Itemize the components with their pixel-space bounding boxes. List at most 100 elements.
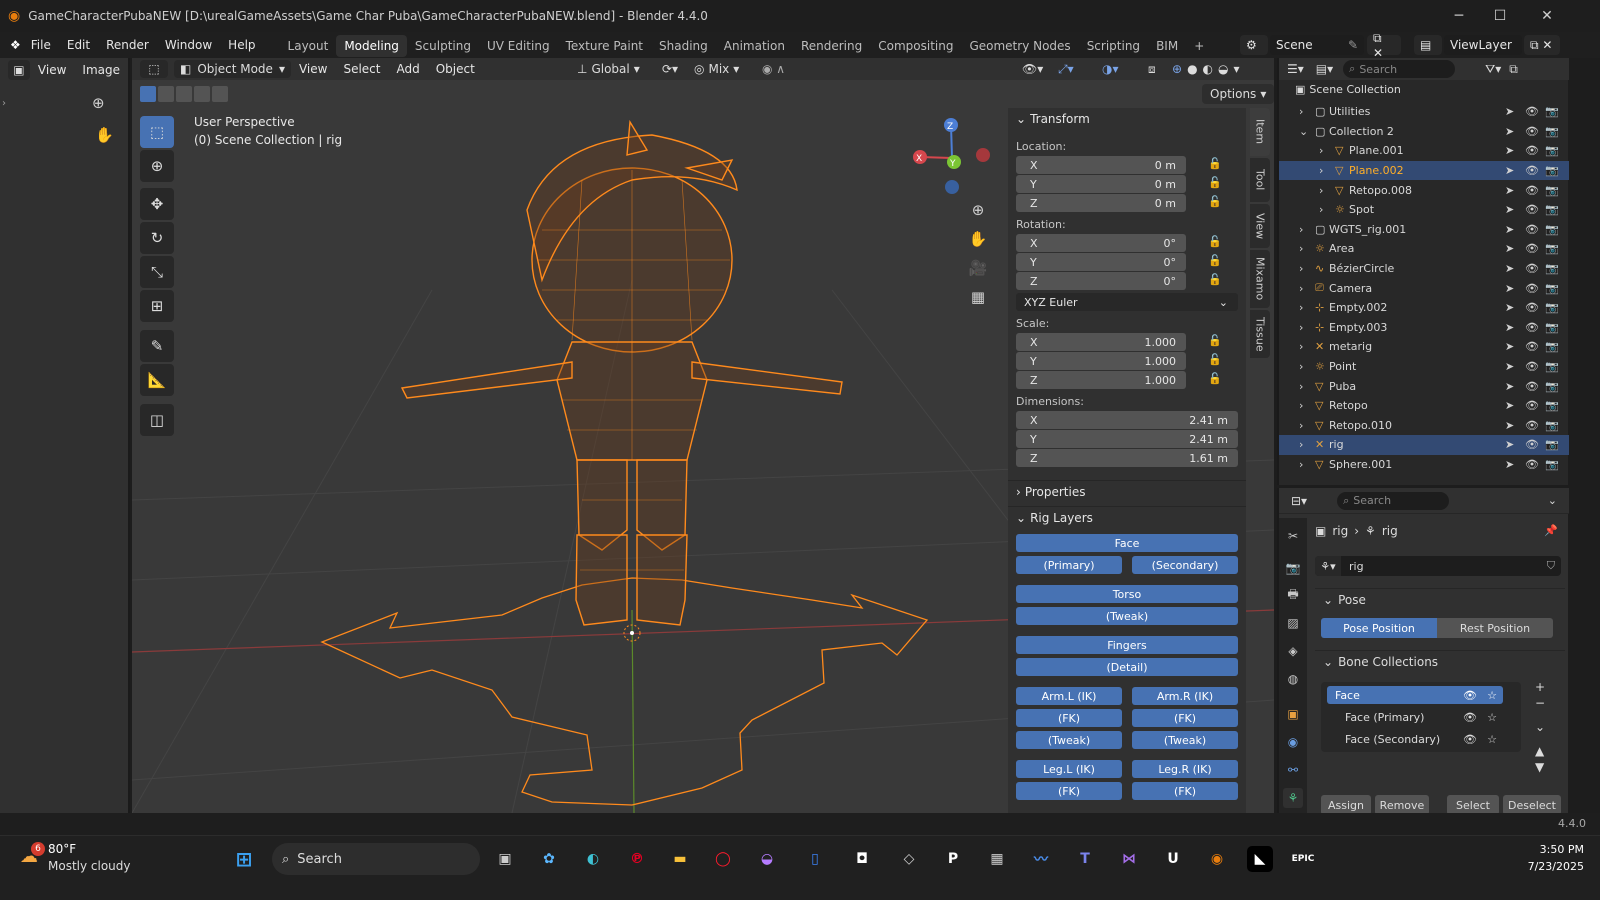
move-down-icon[interactable]: ▼ bbox=[1535, 760, 1545, 774]
rendered-shading-icon[interactable]: ◒ bbox=[1218, 62, 1228, 76]
chevron-right-icon[interactable]: › bbox=[1299, 301, 1303, 314]
selectable-arrow-icon[interactable]: ➤ bbox=[1505, 242, 1514, 255]
star-icon[interactable]: ☆ bbox=[1487, 733, 1497, 746]
menu-help[interactable]: Help bbox=[220, 32, 263, 58]
object-tab-icon[interactable]: ▣ bbox=[1283, 704, 1303, 724]
annotate-tool-icon[interactable]: ✎ bbox=[140, 330, 174, 362]
render-camera-icon[interactable]: 📷 bbox=[1545, 340, 1559, 353]
epic-app-icon[interactable]: ◣ bbox=[1247, 846, 1273, 872]
tab-geometry-nodes[interactable]: Geometry Nodes bbox=[961, 35, 1078, 57]
physics-tab-icon[interactable]: ◉ bbox=[1283, 732, 1303, 752]
outliner-search-input[interactable]: ⌕ Search bbox=[1343, 60, 1456, 78]
tab-uv-editing[interactable]: UV Editing bbox=[479, 35, 558, 57]
unreal-engine-icon[interactable]: U bbox=[1160, 846, 1186, 872]
render-camera-icon[interactable]: 📷 bbox=[1545, 164, 1559, 177]
chevron-down-icon[interactable]: ⌄ bbox=[1548, 494, 1557, 507]
lock-icon[interactable]: 🔓 bbox=[1208, 273, 1222, 286]
scale-tool-icon[interactable]: ⤡ bbox=[140, 256, 174, 288]
wireframe-shading-icon[interactable]: ⊕ bbox=[1172, 62, 1182, 76]
lock-icon[interactable]: 🔓 bbox=[1208, 235, 1222, 248]
output-tab-icon[interactable]: 🖶 bbox=[1283, 585, 1303, 605]
properties-editor-type-icon[interactable]: ⊟▾ bbox=[1291, 494, 1307, 508]
render-camera-icon[interactable]: 📷 bbox=[1545, 301, 1559, 314]
outliner-row[interactable]: › ▽ Puba ➤ 👁 📷 bbox=[1279, 376, 1569, 396]
render-camera-icon[interactable]: 📷 bbox=[1545, 144, 1559, 157]
rotation-y-field[interactable]: Y 0° 🔓 bbox=[1016, 253, 1222, 271]
eye-icon[interactable]: 👁 bbox=[1525, 321, 1539, 334]
tool-tab-icon[interactable]: ✂ bbox=[1283, 526, 1303, 546]
bone-collection-row[interactable]: Face (Secondary) 👁 ☆ bbox=[1327, 730, 1503, 748]
selectable-arrow-icon[interactable]: ➤ bbox=[1505, 262, 1514, 275]
rotate-tool-icon[interactable]: ↻ bbox=[140, 222, 174, 254]
chevron-right-icon[interactable]: › bbox=[1299, 242, 1303, 255]
chevron-right-icon[interactable]: › bbox=[1299, 380, 1303, 393]
scene-collection-row[interactable]: ▣ Scene Collection bbox=[1295, 83, 1401, 96]
armature-data-tab-icon[interactable]: ⚘ bbox=[1283, 788, 1303, 808]
outliner-row[interactable]: › ⎚ Camera ➤ 👁 📷 bbox=[1279, 278, 1569, 298]
chevron-right-icon[interactable]: › bbox=[1299, 262, 1303, 275]
snap-dropdown[interactable]: ◎ Mix ▾ bbox=[694, 62, 739, 76]
chevron-right-icon[interactable]: › bbox=[1299, 340, 1303, 353]
tab-texture-paint[interactable]: Texture Paint bbox=[558, 35, 651, 57]
rotation-mode-dropdown[interactable]: XYZ Euler ⌄ bbox=[1016, 293, 1238, 311]
viewport-menu-select[interactable]: Select bbox=[335, 58, 388, 82]
filter-icon[interactable]: ⛛▾ bbox=[1485, 62, 1501, 77]
outliner-row[interactable]: ⌄ ▢ Collection 2 ➤ 👁 📷 bbox=[1279, 122, 1569, 142]
view-layer-tab-icon[interactable]: ▨ bbox=[1283, 613, 1303, 633]
chevron-right-icon[interactable]: › bbox=[1319, 144, 1323, 157]
chevron-right-icon[interactable]: › bbox=[1299, 105, 1303, 118]
shading-modes[interactable]: ⊕ ● ◐ ◒ ▾ bbox=[1172, 62, 1240, 76]
eye-icon[interactable]: 👁 bbox=[1525, 419, 1539, 432]
rig-arm-l-fk-button[interactable]: (FK) bbox=[1016, 709, 1122, 727]
render-camera-icon[interactable]: 📷 bbox=[1545, 321, 1559, 334]
selectable-arrow-icon[interactable]: ➤ bbox=[1505, 301, 1514, 314]
render-camera-icon[interactable]: 📷 bbox=[1545, 438, 1559, 451]
transform-tool-icon[interactable]: ⊞ bbox=[140, 290, 174, 322]
minimize-icon[interactable]: ─ bbox=[1436, 0, 1482, 32]
properties-search-input[interactable]: ⌕ Search bbox=[1337, 491, 1450, 510]
eye-icon[interactable]: 👁 bbox=[1525, 203, 1539, 216]
eye-icon[interactable]: 👁 bbox=[1525, 184, 1539, 197]
rig-face-secondary-button[interactable]: (Secondary) bbox=[1132, 556, 1238, 574]
eye-icon[interactable]: 👁 bbox=[1525, 164, 1539, 177]
select-invert-icon[interactable] bbox=[194, 86, 210, 102]
chevron-right-icon[interactable]: › bbox=[1299, 321, 1303, 334]
hand-pan-icon[interactable]: ✋ bbox=[95, 126, 114, 144]
chevron-right-icon[interactable]: › bbox=[1299, 360, 1303, 373]
chevron-right-icon[interactable]: › bbox=[1299, 438, 1303, 451]
tab-tool[interactable]: Tool bbox=[1250, 158, 1270, 202]
chevron-down-icon[interactable]: ⌄ bbox=[1535, 720, 1545, 734]
fake-user-shield-icon[interactable]: ⛉ bbox=[1547, 559, 1555, 573]
edge-icon[interactable]: ◐ bbox=[580, 846, 606, 872]
image-image-menu[interactable]: Image bbox=[74, 57, 128, 83]
rig-arm-l-ik-button[interactable]: Arm.L (IK) bbox=[1016, 687, 1122, 705]
eye-icon[interactable]: 👁 bbox=[1525, 125, 1539, 138]
render-camera-icon[interactable]: 📷 bbox=[1545, 262, 1559, 275]
teams-icon[interactable]: T bbox=[1072, 846, 1098, 872]
eye-icon[interactable]: 👁 bbox=[1525, 438, 1539, 451]
outliner-row[interactable]: › ✕ metarig ➤ 👁 📷 bbox=[1279, 337, 1569, 357]
scale-y-field[interactable]: Y 1.000 🔓 bbox=[1016, 352, 1222, 370]
rig-arm-r-ik-button[interactable]: Arm.R (IK) bbox=[1132, 687, 1238, 705]
zoom-icon[interactable]: ⊕ bbox=[92, 94, 105, 112]
rig-fingers-detail-button[interactable]: (Detail) bbox=[1016, 658, 1238, 676]
chevron-right-icon[interactable]: › bbox=[1299, 223, 1303, 236]
chevron-down-icon[interactable]: ▾ bbox=[1234, 62, 1240, 76]
outliner-row[interactable]: › ☼ Area ➤ 👁 📷 bbox=[1279, 239, 1569, 259]
menu-window[interactable]: Window bbox=[157, 32, 220, 58]
eye-icon[interactable]: 👁 bbox=[1525, 340, 1539, 353]
rotation-z-field[interactable]: Z 0° 🔓 bbox=[1016, 272, 1222, 290]
render-camera-icon[interactable]: 📷 bbox=[1545, 458, 1559, 471]
render-camera-icon[interactable]: 📷 bbox=[1545, 105, 1559, 118]
render-camera-icon[interactable]: 📷 bbox=[1545, 282, 1559, 295]
render-camera-icon[interactable]: 📷 bbox=[1545, 125, 1559, 138]
tab-view[interactable]: View bbox=[1250, 204, 1270, 248]
pose-panel-header[interactable]: ⌄ Pose bbox=[1315, 588, 1565, 610]
calculator-icon[interactable]: ▦ bbox=[984, 846, 1010, 872]
selectable-arrow-icon[interactable]: ➤ bbox=[1505, 184, 1514, 197]
constraints-tab-icon[interactable]: ⚯ bbox=[1283, 760, 1303, 780]
select-extend-icon[interactable] bbox=[158, 86, 174, 102]
rest-position-button[interactable]: Rest Position bbox=[1437, 618, 1553, 638]
lock-icon[interactable]: 🔓 bbox=[1208, 334, 1222, 347]
outliner-row[interactable]: › ☼ Spot ➤ 👁 📷 bbox=[1279, 200, 1569, 220]
